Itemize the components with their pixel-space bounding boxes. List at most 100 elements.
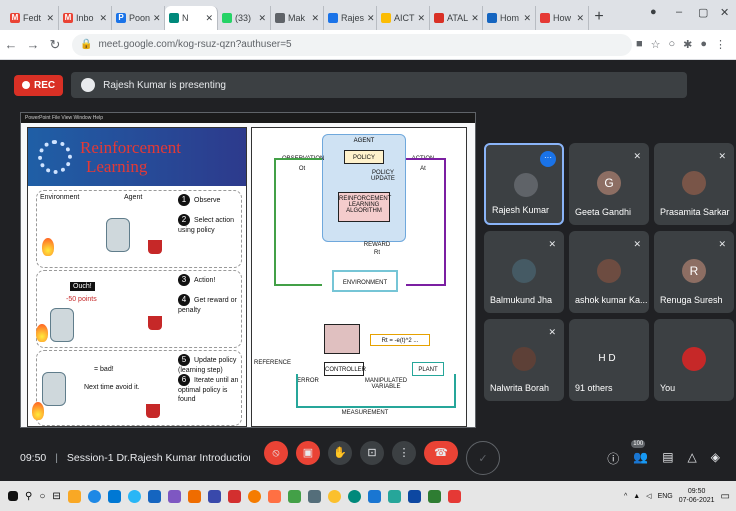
file-explorer-icon[interactable] <box>67 489 81 503</box>
meeting-info[interactable]: 09:50 | Session-1 Dr.Rajesh Kumar Introd… <box>0 452 250 464</box>
search-icon[interactable]: ⚲ <box>25 491 32 502</box>
browser-tab[interactable]: M Fedt ✕ <box>6 6 59 30</box>
word-icon[interactable] <box>367 489 381 503</box>
app6-icon[interactable] <box>427 489 441 503</box>
back-icon[interactable]: ← <box>0 37 22 52</box>
forward-icon[interactable]: → <box>22 37 44 52</box>
extension-icon[interactable]: ○ <box>668 38 675 51</box>
browser-tab[interactable]: Mak ✕ <box>271 6 324 30</box>
tab-close-icon[interactable]: ✕ <box>523 13 531 24</box>
participant-tile[interactable]: ··· Rajesh Kumar <box>484 143 564 225</box>
participant-tile[interactable]: ✕ Nalwrita Borah <box>484 319 564 401</box>
participant-name: Prasamita Sarkar <box>660 207 730 217</box>
lang-label[interactable]: ENG <box>658 493 673 500</box>
app3-icon[interactable] <box>307 489 321 503</box>
chrome-icon[interactable] <box>327 489 341 503</box>
reload-icon[interactable]: ↻ <box>44 37 66 53</box>
browser-tab[interactable]: ATAL ✕ <box>430 6 483 30</box>
present-icon[interactable]: ⊡ <box>360 441 384 465</box>
participant-tile[interactable]: ✕ ashok kumar Ka... <box>569 231 649 313</box>
vlc-icon[interactable] <box>187 489 201 503</box>
menu-icon[interactable]: ⋮ <box>715 38 726 51</box>
tab-close-icon[interactable]: ✕ <box>46 13 54 24</box>
excel-icon[interactable] <box>287 489 301 503</box>
minimize-icon[interactable]: – <box>676 6 682 18</box>
puzzle-icon[interactable]: ✱ <box>683 38 692 51</box>
tab-label: Poon <box>129 13 151 23</box>
tab-favicon-icon: M <box>10 13 20 23</box>
info-icon[interactable]: ⓘ <box>607 450 619 467</box>
chrome2-icon[interactable] <box>347 489 361 503</box>
skype-icon[interactable] <box>127 489 141 503</box>
more-options-icon[interactable]: ⋮ <box>392 441 416 465</box>
tab-close-icon[interactable]: ✕ <box>258 13 266 24</box>
tab-close-icon[interactable]: ✕ <box>153 13 161 24</box>
start-icon[interactable] <box>8 491 18 501</box>
tab-close-icon[interactable]: ✕ <box>205 13 213 24</box>
meet-stage: REC Rajesh Kumar is presenting PowerPoin… <box>0 60 736 480</box>
store-icon[interactable] <box>147 489 161 503</box>
profile-icon[interactable]: ● <box>650 6 657 18</box>
step-item: 6 Iterate until an optimal policy is foun… <box>178 374 244 404</box>
browser-tab[interactable]: P Poon ✕ <box>112 6 165 30</box>
participant-tile[interactable]: ✕ Prasamita Sarkar <box>654 143 734 225</box>
people-icon[interactable]: 👥 100 <box>631 439 648 467</box>
avatar[interactable]: ● <box>700 38 707 51</box>
tab-close-icon[interactable]: ✕ <box>367 13 375 24</box>
volume-icon[interactable]: ◁ <box>646 492 651 500</box>
activities-icon[interactable]: △ <box>688 450 697 467</box>
teams-icon[interactable] <box>167 489 181 503</box>
cortana-icon[interactable]: ○ <box>39 491 45 502</box>
raise-hand-icon[interactable]: ✋ <box>328 441 352 465</box>
acrobat-icon[interactable] <box>227 489 241 503</box>
shared-screen[interactable]: PowerPoint File View Window Help Reinfor… <box>20 112 476 428</box>
close-icon[interactable]: ✕ <box>720 6 729 19</box>
mail-icon[interactable] <box>107 489 121 503</box>
notification-icon[interactable]: ▭ <box>721 491 730 502</box>
rec-label: REC <box>34 79 56 91</box>
camera-off-icon[interactable]: ▣ <box>296 441 320 465</box>
tab-close-icon[interactable]: ✕ <box>471 13 479 24</box>
meeting-time: 09:50 <box>20 452 47 464</box>
app5-icon[interactable] <box>407 489 421 503</box>
check-icon[interactable]: ✓ <box>466 441 500 475</box>
edge-icon[interactable] <box>87 489 101 503</box>
mic-off-icon[interactable]: ⦸ <box>264 441 288 465</box>
rec-badge[interactable]: REC <box>14 74 64 96</box>
clock[interactable]: 09:50 07-06-2021 <box>679 487 715 505</box>
star-icon[interactable]: ☆ <box>651 38 661 51</box>
security-icon[interactable]: ◈ <box>711 450 720 467</box>
tab-close-icon[interactable]: ✕ <box>576 13 584 24</box>
browser-tab[interactable]: M Inbo ✕ <box>59 6 112 30</box>
network-icon[interactable]: ▲ <box>633 493 640 500</box>
task-view-icon[interactable]: ⊟ <box>52 491 60 502</box>
chat-icon[interactable]: ▤ <box>662 450 673 467</box>
browser-tab[interactable]: AICT ✕ <box>377 6 430 30</box>
participant-tile[interactable]: G ✕ Geeta Gandhi <box>569 143 649 225</box>
participant-tile[interactable]: R ✕ Renuga Suresh <box>654 231 734 313</box>
tab-close-icon[interactable]: ✕ <box>311 13 319 24</box>
camera-icon[interactable]: ■ <box>636 38 643 51</box>
app-icon[interactable] <box>207 489 221 503</box>
participant-tile[interactable]: H D 91 others <box>569 319 649 401</box>
browser-tab[interactable]: Hom ✕ <box>483 6 536 30</box>
browser-tab[interactable]: How ✕ <box>536 6 589 30</box>
app7-icon[interactable] <box>447 489 461 503</box>
browser-tab[interactable]: (33) ✕ <box>218 6 271 30</box>
powerpoint-icon[interactable] <box>267 489 281 503</box>
leave-call-icon[interactable]: ☎ <box>424 441 458 465</box>
browser-tab[interactable]: N ✕ <box>165 6 218 30</box>
maximize-icon[interactable]: ▢ <box>698 6 708 19</box>
app4-icon[interactable] <box>387 489 401 503</box>
tab-close-icon[interactable]: ✕ <box>418 13 426 24</box>
tray-chevron-icon[interactable]: ^ <box>624 493 627 500</box>
step-number: 1 <box>178 194 190 206</box>
participant-tile[interactable]: You <box>654 319 734 401</box>
tab-close-icon[interactable]: ✕ <box>99 13 107 24</box>
url-input[interactable]: 🔒 meet.google.com/kog-rsuz-qzn?authuser=… <box>72 33 632 56</box>
browser-tab[interactable]: Rajes ✕ <box>324 6 377 30</box>
new-tab-button[interactable]: + <box>589 6 609 30</box>
participant-tile[interactable]: ✕ Balmukund Jha <box>484 231 564 313</box>
app2-icon[interactable] <box>247 489 261 503</box>
tile-more-options-icon[interactable]: ··· <box>540 151 556 167</box>
